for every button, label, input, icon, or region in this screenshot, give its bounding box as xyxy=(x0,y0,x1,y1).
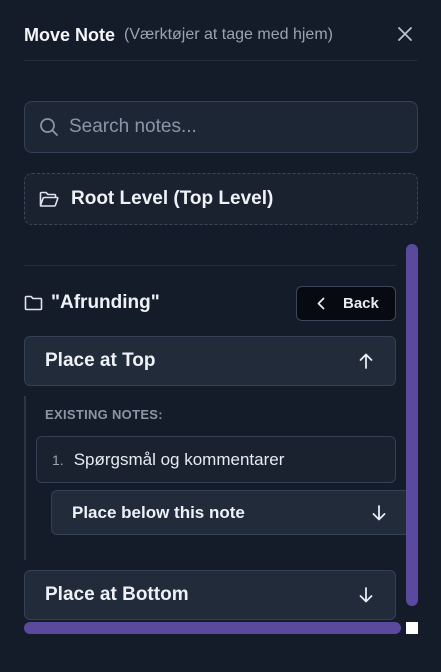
root-level-option[interactable]: Root Level (Top Level) xyxy=(24,173,418,225)
place-at-top-button[interactable]: Place at Top xyxy=(24,336,396,386)
back-button[interactable]: Back xyxy=(296,286,396,321)
header-divider xyxy=(24,60,417,61)
note-title: Spørgsmål og kommentarer xyxy=(73,449,285,469)
search-input[interactable] xyxy=(69,116,389,138)
existing-notes-guide xyxy=(24,396,26,560)
place-at-bottom-label: Place at Bottom xyxy=(45,584,189,605)
search-box[interactable] xyxy=(24,101,418,153)
arrow-down-icon xyxy=(372,504,386,521)
scrollbar-corner xyxy=(406,622,418,634)
place-below-note-button[interactable]: Place below this note xyxy=(51,490,411,535)
place-at-top-label: Place at Top xyxy=(45,350,156,371)
root-level-label: Root Level (Top Level) xyxy=(71,188,274,209)
horizontal-scrollbar[interactable] xyxy=(24,622,401,634)
arrow-up-icon xyxy=(359,353,373,369)
place-at-bottom-button[interactable]: Place at Bottom xyxy=(24,570,396,620)
arrow-down-icon xyxy=(359,587,373,603)
close-icon xyxy=(398,27,412,41)
note-number: 1. xyxy=(52,451,64,468)
dialog-title: Move Note xyxy=(24,24,116,45)
folder-icon xyxy=(24,295,43,311)
list-item: 1. Spørgsmål og kommentarer xyxy=(36,436,396,483)
section-divider xyxy=(24,265,396,266)
search-icon xyxy=(39,117,59,137)
dialog-header: Move Note (Værktøjer at tage med hjem) xyxy=(24,20,417,50)
chevron-left-icon xyxy=(317,297,325,310)
back-label: Back xyxy=(343,295,379,312)
current-folder-name: "Afrunding" xyxy=(51,292,160,313)
dialog-subtitle: (Værktøjer at tage med hjem) xyxy=(124,26,333,43)
folder-open-icon xyxy=(39,191,59,208)
current-folder: "Afrunding" xyxy=(24,290,160,316)
vertical-scrollbar[interactable] xyxy=(406,244,418,606)
existing-notes-heading: EXISTING NOTES: xyxy=(45,407,163,422)
close-button[interactable] xyxy=(393,22,417,46)
place-below-label: Place below this note xyxy=(72,502,245,522)
